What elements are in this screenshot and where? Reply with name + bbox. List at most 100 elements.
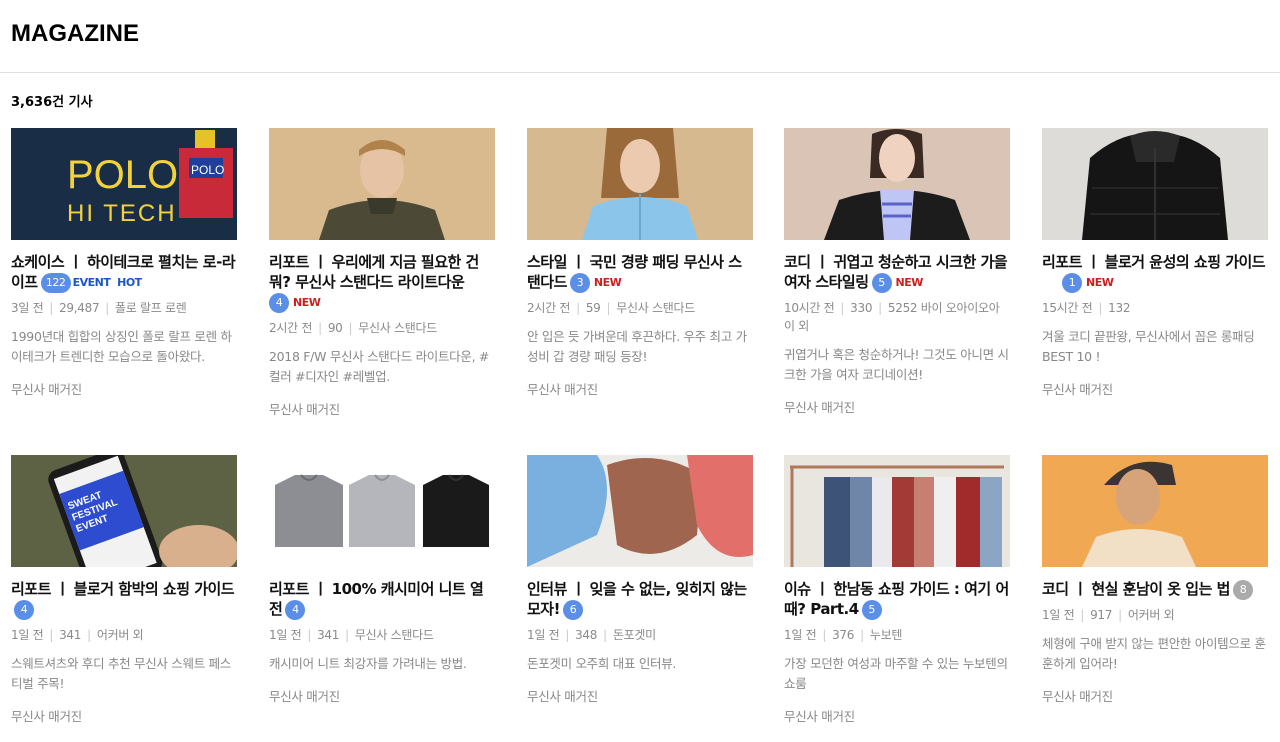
article-time: 10시간 전 — [784, 300, 835, 315]
man-light-down-image — [269, 128, 495, 240]
article-thumbnail[interactable]: SWEAT FESTIVAL EVENT — [11, 455, 237, 567]
article-title[interactable]: 코디 ㅣ 귀엽고 청순하고 시크한 가을 여자 스타일링 5 NEW — [784, 252, 1010, 293]
article-description: 안 입은 듯 가벼운데 후끈하다. 우주 최고 가성비 갑 경량 패딩 등장! — [527, 328, 747, 364]
article-meta: 3일 전 | 29,487 | 폴로 랄프 로렌 — [11, 300, 187, 315]
article-title-link[interactable]: 리포트 ㅣ 블로거 윤성의 쇼핑 가이드 — [1042, 253, 1266, 271]
article-card[interactable]: 리포트 ㅣ 100% 캐시미어 니트 열전 4 1일 전 | 341 | 무신사 스탠다드… — [269, 455, 495, 705]
article-description: 돈포겟미 오주희 대표 인터뷰. — [527, 655, 677, 671]
article-title[interactable]: 리포트 ㅣ 100% 캐시미어 니트 열전 4 — [269, 579, 495, 620]
article-title[interactable]: 이슈 ㅣ 한남동 쇼핑 가이드 : 여기 어때? Part.4 5 — [784, 579, 1010, 620]
article-title-link[interactable]: 스타일 ㅣ 국민 경량 패딩 무신사 스탠다드 — [527, 253, 742, 291]
article-description: 1990년대 힙합의 상징인 폴로 랄프 로렌 하이테크가 트렌디한 모습으로 … — [11, 328, 232, 364]
article-thumbnail[interactable] — [269, 455, 495, 567]
event-tag: EVENT — [72, 275, 111, 289]
article-meta: 2시간 전 | 90 | 무신사 스탠다드 — [269, 320, 437, 335]
article-thumbnail[interactable] — [1042, 128, 1268, 240]
man-snapback-image — [1042, 455, 1268, 567]
article-time: 1일 전 — [784, 627, 817, 642]
comment-count-badge: 4 — [269, 292, 289, 313]
article-card[interactable]: SWEAT FESTIVAL EVENT 리포트 ㅣ 블로거 함박의 쇼핑 가이… — [11, 455, 237, 725]
article-title[interactable]: 쇼케이스 ㅣ 하이테크로 펼치는 로-라이프 122 EVENT HOT — [11, 252, 237, 293]
article-card[interactable]: 이슈 ㅣ 한남동 쇼핑 가이드 : 여기 어때? Part.4 5 1일 전 | 37… — [784, 455, 1010, 725]
article-description: 캐시미어 니트 최강자를 가려내는 방법. — [269, 655, 467, 671]
article-title[interactable]: 코디 ㅣ 현실 훈남이 옷 입는 법8 — [1042, 579, 1268, 600]
article-meta: 1일 전 | 341 | 무신사 스탠다드 — [269, 627, 434, 642]
article-time: 1일 전 — [11, 627, 44, 642]
article-thumbnail[interactable] — [784, 455, 1010, 567]
article-views: 348 — [575, 627, 598, 642]
article-source: 무신사 매거진 — [11, 381, 82, 397]
article-time: 2시간 전 — [269, 320, 313, 335]
article-title-link[interactable]: 인터뷰 ㅣ 잊을 수 없는, 잊히지 않는 모자! — [527, 580, 747, 618]
article-time: 1일 전 — [269, 627, 302, 642]
article-brand: 무신사 스탠다드 — [358, 320, 437, 335]
new-tag: NEW — [1086, 275, 1114, 289]
article-thumbnail[interactable] — [784, 128, 1010, 240]
hi-tech-text: HI TECH — [67, 200, 177, 227]
hot-tag: HOT — [117, 275, 142, 289]
comment-count-badge: 5 — [861, 599, 882, 620]
article-card[interactable]: POLO HI TECH POLO 쇼케이스 ㅣ 하이테크로 펼치는 로-라이프… — [11, 128, 237, 398]
article-title-link[interactable]: 리포트 ㅣ 우리에게 지금 필요한 건 뭐? 무신사 스탠다드 라이트다운 — [269, 253, 479, 291]
article-card[interactable]: 리포트 ㅣ 우리에게 지금 필요한 건 뭐? 무신사 스탠다드 라이트다운 4 NE… — [269, 128, 495, 418]
article-views: 132 — [1108, 300, 1131, 315]
article-source: 무신사 매거진 — [269, 401, 340, 417]
article-description: 2018 F/W 무신사 스탠다드 라이트다운, #컬러 #디자인 #레벨업. — [269, 348, 490, 384]
comment-count-badge: 5 — [871, 272, 892, 293]
article-views: 917 — [1090, 607, 1113, 622]
article-title[interactable]: 리포트 ㅣ 우리에게 지금 필요한 건 뭐? 무신사 스탠다드 라이트다운 4 NE… — [269, 252, 495, 313]
article-title[interactable]: 스타일 ㅣ 국민 경량 패딩 무신사 스탠다드 3 NEW — [527, 252, 753, 293]
article-thumbnail[interactable] — [1042, 455, 1268, 567]
clothing-rack-image — [784, 455, 1010, 567]
article-source: 무신사 매거진 — [269, 688, 340, 704]
article-source: 무신사 매거진 — [784, 399, 855, 415]
article-description: 가장 모던한 여성과 마주할 수 있는 누보텐의 쇼룸 — [784, 655, 1008, 691]
article-title[interactable]: 리포트 ㅣ 블로거 함박의 쇼핑 가이드4 — [11, 579, 237, 620]
colored-caps-image — [527, 455, 753, 567]
article-brand: 폴로 랄프 로렌 — [115, 300, 187, 315]
article-title-link[interactable]: 이슈 ㅣ 한남동 쇼핑 가이드 : 여기 어때? Part.4 — [784, 580, 1009, 618]
article-meta: 1일 전 | 348 | 돈포겟미 — [527, 627, 656, 642]
article-thumbnail[interactable] — [527, 455, 753, 567]
article-brand: 누보텐 — [869, 627, 903, 642]
article-card[interactable]: 코디 ㅣ 현실 훈남이 옷 입는 법8 1일 전 | 917 | 어커버 외 체형에 구… — [1042, 455, 1268, 705]
article-views: 341 — [59, 627, 82, 642]
article-brand: 돈포겟미 — [612, 627, 656, 642]
article-time: 15시간 전 — [1042, 300, 1093, 315]
phone-sweat-festival-image: SWEAT FESTIVAL EVENT — [11, 455, 237, 567]
article-description: 체형에 구애 받지 않는 편안한 아이템으로 훈훈하게 입어라! — [1042, 635, 1266, 671]
article-views: 59 — [585, 300, 601, 315]
comment-count-badge: 3 — [569, 272, 590, 293]
article-thumbnail[interactable] — [527, 128, 753, 240]
article-title[interactable]: 리포트 ㅣ 블로거 윤성의 쇼핑 가이드 1 NEW — [1042, 252, 1268, 293]
polo-hi-tech-image: POLO HI TECH POLO — [11, 128, 237, 240]
article-source: 무신사 매거진 — [11, 708, 82, 724]
article-card[interactable]: 리포트 ㅣ 블로거 윤성의 쇼핑 가이드 1 NEW 15시간 전 | 132 겨울 코… — [1042, 128, 1268, 398]
comment-count-badge: 6 — [562, 599, 583, 620]
article-card[interactable]: 인터뷰 ㅣ 잊을 수 없는, 잊히지 않는 모자! 6 1일 전 | 348 | 돈포겟미… — [527, 455, 753, 705]
article-title-link[interactable]: 리포트 ㅣ 블로거 함박의 쇼핑 가이드 — [11, 580, 235, 598]
article-description: 귀엽거나 혹은 청순하거나! 그것도 아니면 시크한 가을 여자 코디네이션! — [784, 346, 1009, 382]
article-brand: 어커버 외 — [1127, 607, 1175, 622]
article-title[interactable]: 인터뷰 ㅣ 잊을 수 없는, 잊히지 않는 모자! 6 — [527, 579, 753, 620]
article-title-link[interactable]: 코디 ㅣ 현실 훈남이 옷 입는 법 — [1042, 580, 1230, 598]
article-views: 29,487 — [59, 300, 100, 315]
article-meta: 1일 전 | 376 | 누보텐 — [784, 627, 903, 642]
article-source: 무신사 매거진 — [527, 381, 598, 397]
article-meta: 1일 전 | 341 | 어커버 외 — [11, 627, 144, 642]
article-thumbnail[interactable] — [269, 128, 495, 240]
article-views: 330 — [850, 300, 873, 315]
article-meta: 10시간 전 | 330 | 5252 바이 오아이오아이 외 — [784, 300, 1000, 333]
article-card[interactable]: 코디 ㅣ 귀엽고 청순하고 시크한 가을 여자 스타일링 5 NEW 10시간 전 |… — [784, 128, 1010, 416]
article-source: 무신사 매거진 — [784, 708, 855, 724]
article-brand: 무신사 스탠다드 — [616, 300, 695, 315]
article-card[interactable]: 스타일 ㅣ 국민 경량 패딩 무신사 스탠다드 3 NEW 2시간 전 | 59 | 무신사… — [527, 128, 753, 398]
article-description: 스웨트셔츠와 후디 추천 무신사 스웨트 페스티벌 주목! — [11, 655, 231, 691]
comment-count-badge: 8 — [1232, 579, 1253, 600]
new-tag: NEW — [895, 275, 924, 289]
article-brand: 무신사 스탠다드 — [354, 627, 434, 642]
article-views: 341 — [317, 627, 340, 642]
page-header: MAGAZINE — [0, 0, 1280, 73]
article-thumbnail[interactable]: POLO HI TECH POLO — [11, 128, 237, 240]
polo-jacket-text: POLO — [191, 163, 224, 177]
